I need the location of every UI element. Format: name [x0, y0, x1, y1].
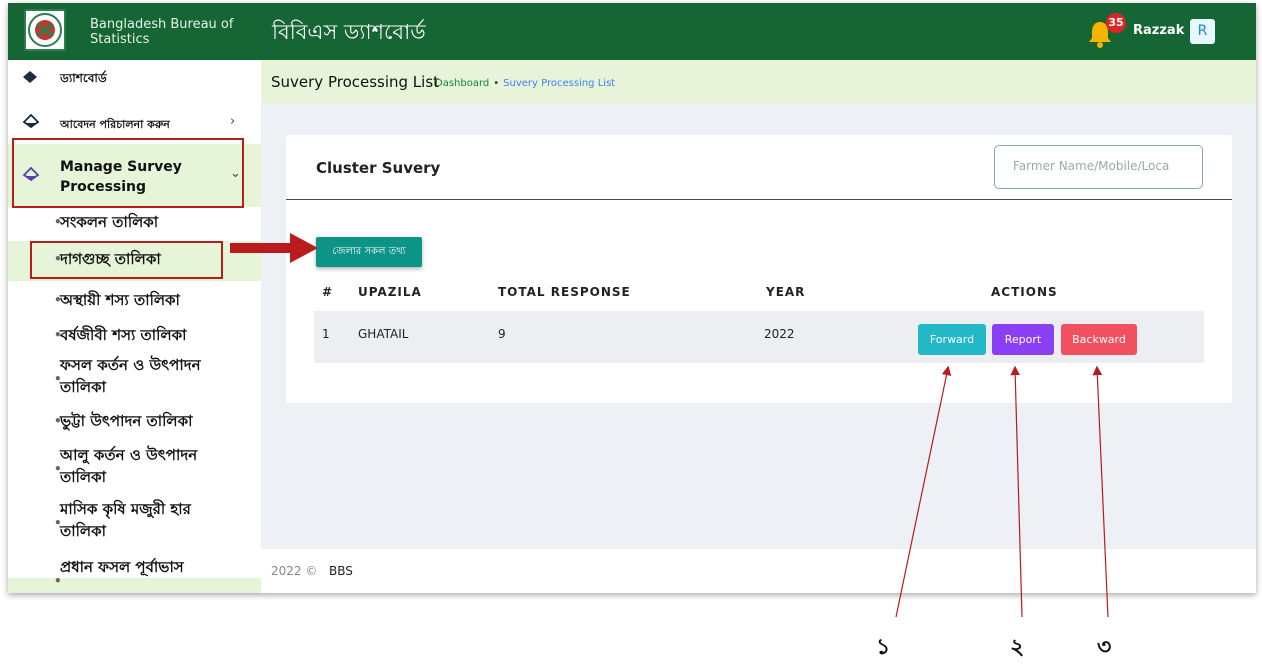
annotation-arrow-1 — [895, 365, 952, 618]
annotation-label-1: ১ — [876, 634, 891, 660]
annotation-label-3: ৩ — [1097, 634, 1112, 660]
annotation-arrow-3 — [1092, 365, 1109, 618]
annotation-label-2: ২ — [1010, 634, 1025, 660]
annotation-arrows — [230, 233, 1109, 618]
pointer-arrow — [230, 233, 318, 263]
annotation-arrow-2 — [1010, 365, 1023, 618]
